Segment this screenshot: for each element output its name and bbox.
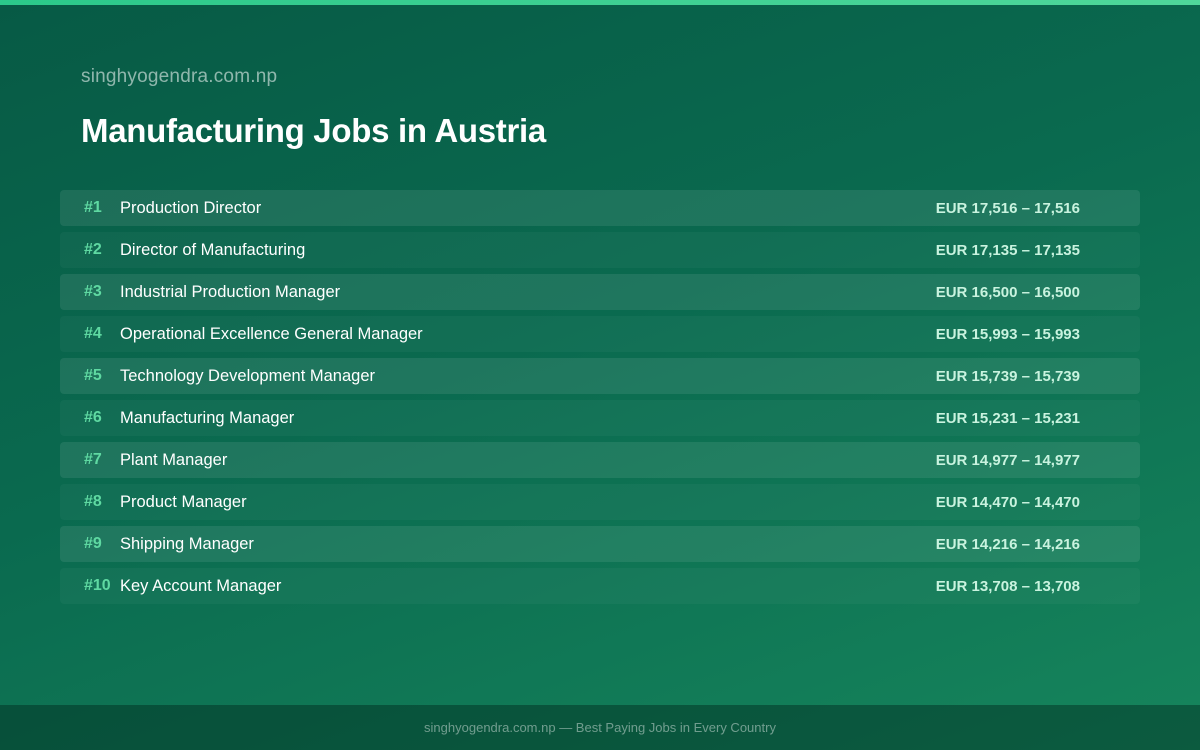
job-list: #1 Production Director EUR 17,516 – 17,5…	[60, 190, 1140, 610]
page-title: Manufacturing Jobs in Austria	[81, 112, 546, 149]
job-salary: EUR 14,470 – 14,470	[935, 493, 1080, 511]
job-title: Industrial Production Manager	[120, 282, 341, 301]
job-rank: #1	[84, 199, 102, 216]
job-row: #8 Product Manager EUR 14,470 – 14,470	[60, 484, 1140, 520]
job-title: Director of Manufacturing	[120, 240, 306, 259]
job-salary: EUR 15,993 – 15,993	[935, 325, 1080, 343]
job-row: #10 Key Account Manager EUR 13,708 – 13,…	[60, 568, 1140, 604]
job-row: #3 Industrial Production Manager EUR 16,…	[60, 274, 1140, 310]
footer-text: singhyogendra.com.np — Best Paying Jobs …	[424, 720, 776, 735]
job-title: Technology Development Manager	[120, 366, 375, 385]
job-salary: EUR 17,516 – 17,516	[935, 199, 1080, 217]
job-salary: EUR 17,135 – 17,135	[935, 241, 1080, 259]
job-title: Operational Excellence General Manager	[120, 324, 423, 343]
job-title: Plant Manager	[120, 450, 228, 469]
job-title: Product Manager	[120, 492, 247, 511]
job-rank: #4	[84, 325, 102, 342]
job-salary: EUR 16,500 – 16,500	[935, 283, 1080, 301]
site-name: singhyogendra.com.np	[81, 66, 278, 87]
job-rank: #3	[84, 283, 102, 300]
top-accent-bar	[0, 0, 1200, 5]
job-salary: EUR 14,216 – 14,216	[935, 535, 1080, 553]
job-row: #1 Production Director EUR 17,516 – 17,5…	[60, 190, 1140, 226]
job-title: Manufacturing Manager	[120, 408, 295, 427]
job-title: Key Account Manager	[120, 576, 282, 595]
job-title: Production Director	[120, 198, 262, 217]
job-rank: #8	[84, 493, 102, 510]
job-salary: EUR 13,708 – 13,708	[935, 577, 1080, 595]
job-row: #6 Manufacturing Manager EUR 15,231 – 15…	[60, 400, 1140, 436]
job-title: Shipping Manager	[120, 534, 254, 553]
job-rank: #7	[84, 451, 102, 468]
job-salary: EUR 14,977 – 14,977	[935, 451, 1080, 469]
job-rank: #6	[84, 409, 102, 426]
job-row: #5 Technology Development Manager EUR 15…	[60, 358, 1140, 394]
job-rank: #2	[84, 241, 102, 258]
job-row: #9 Shipping Manager EUR 14,216 – 14,216	[60, 526, 1140, 562]
job-row: #2 Director of Manufacturing EUR 17,135 …	[60, 232, 1140, 268]
job-row: #7 Plant Manager EUR 14,977 – 14,977	[60, 442, 1140, 478]
job-row: #4 Operational Excellence General Manage…	[60, 316, 1140, 352]
job-rank: #9	[84, 535, 102, 552]
job-rank: #10	[84, 577, 111, 594]
job-rank: #5	[84, 367, 102, 384]
job-salary: EUR 15,231 – 15,231	[935, 409, 1080, 427]
footer: singhyogendra.com.np — Best Paying Jobs …	[0, 705, 1200, 750]
job-salary: EUR 15,739 – 15,739	[935, 367, 1080, 385]
